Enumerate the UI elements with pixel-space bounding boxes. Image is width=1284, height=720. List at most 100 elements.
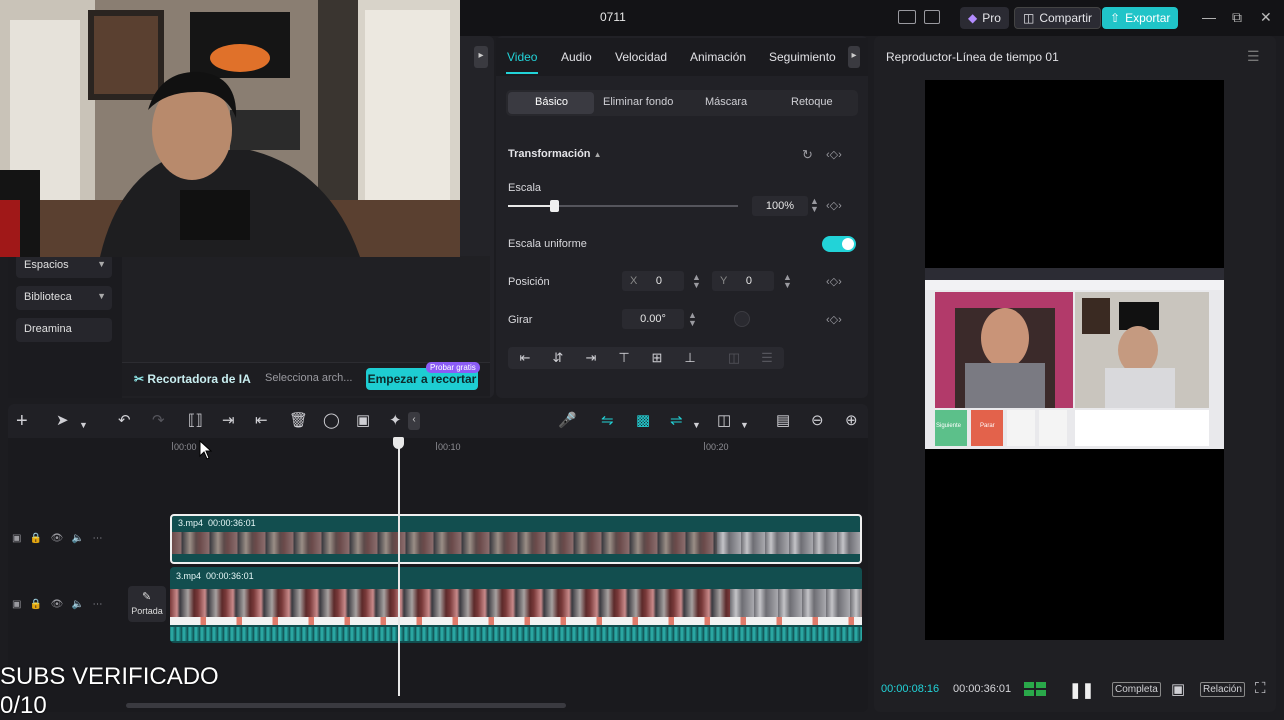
toolbar-collapse-icon[interactable]: ‹ — [408, 412, 420, 430]
eye-icon[interactable]: 👁 — [51, 533, 64, 544]
total-duration: 00:00:36:01 — [953, 683, 1012, 695]
rotate-keyframe-icon[interactable]: ‹◇› — [826, 313, 842, 326]
eye-icon[interactable]: 👁 — [51, 599, 64, 610]
scale-stepper-icon[interactable]: ▲ ▼ — [810, 197, 819, 214]
preview-axis-icon[interactable]: ⇌ — [670, 413, 683, 429]
audio-icon[interactable]: 🔈 — [72, 533, 84, 544]
tab-animation[interactable]: Animación — [690, 50, 746, 64]
cover-toggle-icon[interactable]: ▣ — [12, 599, 21, 610]
crop-icon[interactable]: ▣ — [356, 413, 370, 429]
transform-section-title[interactable]: Transformación ▲ — [508, 148, 602, 160]
audio-icon[interactable]: 🔈 — [72, 599, 84, 610]
align-left-icon[interactable]: ⇤ — [518, 351, 532, 365]
zoom-out-icon[interactable]: ⊖ — [811, 413, 824, 429]
cover-toggle-icon[interactable]: ▣ — [12, 533, 21, 544]
category-library[interactable]: Biblioteca ▼ — [16, 286, 112, 310]
tab-speed[interactable]: Velocidad — [615, 50, 667, 64]
auto-snap-icon[interactable]: ▩ — [636, 413, 650, 429]
select-tool-icon[interactable]: ➤ — [56, 413, 69, 429]
tab-video[interactable]: Video — [507, 50, 537, 64]
timeline-mini-icon[interactable] — [1024, 682, 1046, 696]
playhead-handle[interactable] — [393, 437, 404, 449]
redo-icon[interactable]: ↷ — [152, 413, 165, 429]
position-y-field[interactable]: Y 0 — [712, 271, 774, 291]
category-spaces[interactable]: Espacios ▼ — [16, 254, 112, 278]
chevron-down-icon[interactable]: ▼ — [692, 417, 701, 433]
chevron-down-icon: ▼ — [97, 291, 106, 301]
shortcuts-icon[interactable] — [924, 10, 940, 24]
export-button[interactable]: ⇧ Exportar — [1102, 7, 1179, 29]
position-x-stepper-icon[interactable]: ▲ ▼ — [692, 273, 701, 290]
subtab-retouch[interactable]: Retoque — [791, 96, 833, 108]
ruler-label-0: 00:00 — [174, 442, 197, 452]
align-center-h-icon[interactable]: ⇵ — [551, 351, 565, 365]
aspect-ratio-button[interactable]: Relación — [1200, 682, 1245, 697]
playhead-line[interactable] — [398, 438, 400, 696]
undo-icon[interactable]: ↶ — [118, 413, 131, 429]
chevron-down-icon[interactable]: ▼ — [740, 417, 749, 433]
position-x-field[interactable]: X 0 — [622, 271, 684, 291]
ai-file-select[interactable]: Selecciona arch... — [265, 372, 352, 384]
scale-value-field[interactable]: 100% — [752, 196, 808, 216]
more-icon[interactable]: ⋯ — [92, 599, 102, 610]
scale-keyframe-icon[interactable]: ‹◇› — [826, 199, 842, 212]
video-clip-1[interactable]: 3.mp4 00:00:36:01 — [170, 514, 862, 564]
tabs-next-icon[interactable]: ▸ — [848, 46, 860, 68]
align-center-v-icon[interactable]: ⊞ — [650, 351, 664, 365]
magic-icon[interactable]: ✦ — [389, 413, 402, 429]
layout-icon[interactable] — [898, 10, 916, 24]
subtab-remove-bg[interactable]: Eliminar fondo — [603, 96, 673, 108]
lock-icon[interactable]: 🔒 — [30, 533, 42, 544]
video-clip-2[interactable]: 3.mp4 00:00:36:01 — [170, 567, 862, 643]
rotate-stepper-icon[interactable]: ▲ ▼ — [688, 311, 697, 328]
minimize-icon[interactable]: — — [1202, 9, 1216, 25]
share-button[interactable]: ◫ Compartir — [1014, 7, 1102, 29]
panel-expand-icon[interactable]: ▸ — [474, 46, 488, 68]
full-quality-button[interactable]: Completa — [1112, 682, 1161, 697]
align-bottom-icon[interactable]: ⊥ — [683, 351, 697, 365]
close-icon[interactable]: ✕ — [1260, 9, 1272, 26]
chevron-up-icon: ▲ — [593, 150, 602, 159]
scale-slider-handle[interactable] — [550, 200, 559, 212]
reset-icon[interactable]: ↻ — [802, 147, 813, 163]
add-track-icon[interactable]: + — [16, 411, 28, 431]
caption-icon[interactable]: ▤ — [776, 413, 790, 429]
position-y-stepper-icon[interactable]: ▲ ▼ — [783, 273, 792, 290]
delete-icon[interactable]: 🗑 — [289, 413, 308, 429]
track2-controls: ▣ 🔒 👁 🔈 ⋯ — [12, 599, 102, 610]
zoom-in-icon[interactable]: ⊕ — [845, 413, 858, 429]
microphone-icon[interactable]: 🎤 — [558, 413, 577, 429]
split-right-icon[interactable]: ⇤ — [255, 413, 268, 429]
menu-icon[interactable]: ☰ — [1247, 48, 1260, 65]
split-view-icon[interactable]: ◫ — [717, 413, 731, 429]
screenshot-icon[interactable]: ▣ — [1171, 680, 1185, 698]
pause-icon[interactable]: ❚❚ — [1069, 681, 1094, 699]
tab-audio[interactable]: Audio — [561, 50, 592, 64]
clip2-filename: 3.mp4 — [176, 571, 202, 581]
marker-icon[interactable]: ◯ — [323, 413, 340, 429]
chevron-down-icon[interactable]: ▼ — [79, 417, 88, 433]
lock-icon[interactable]: 🔒 — [30, 599, 42, 610]
cover-button[interactable]: ✎ Portada — [128, 586, 166, 622]
align-top-icon[interactable]: ⊤ — [617, 351, 631, 365]
subtab-basic[interactable]: Básico — [535, 96, 568, 108]
category-dreamina[interactable]: Dreamina — [16, 318, 112, 342]
pro-button[interactable]: ◆ Pro — [960, 7, 1009, 29]
keyframe-icon[interactable]: ‹◇› — [826, 148, 842, 161]
rotate-dial[interactable] — [734, 311, 750, 327]
distribute-v-icon[interactable]: ☰ — [760, 351, 774, 365]
fullscreen-icon[interactable]: ⛶ — [1255, 680, 1266, 697]
timeline-ruler[interactable] — [170, 438, 866, 454]
subtab-mask[interactable]: Máscara — [705, 96, 747, 108]
position-keyframe-icon[interactable]: ‹◇› — [826, 275, 842, 288]
inner-stop-button: Parar — [980, 423, 995, 429]
restore-icon[interactable]: ⧉ — [1232, 9, 1242, 26]
split-icon[interactable]: ⟦⟧ — [188, 413, 203, 429]
tab-tracking[interactable]: Seguimiento — [769, 50, 836, 64]
align-right-icon[interactable]: ⇥ — [584, 351, 598, 365]
link-clips-icon[interactable]: ⇋ — [601, 413, 614, 429]
more-icon[interactable]: ⋯ — [92, 533, 102, 544]
distribute-h-icon[interactable]: ◫ — [727, 351, 741, 365]
split-left-icon[interactable]: ⇥ — [222, 413, 235, 429]
rotate-field[interactable]: 0.00° — [622, 309, 684, 329]
